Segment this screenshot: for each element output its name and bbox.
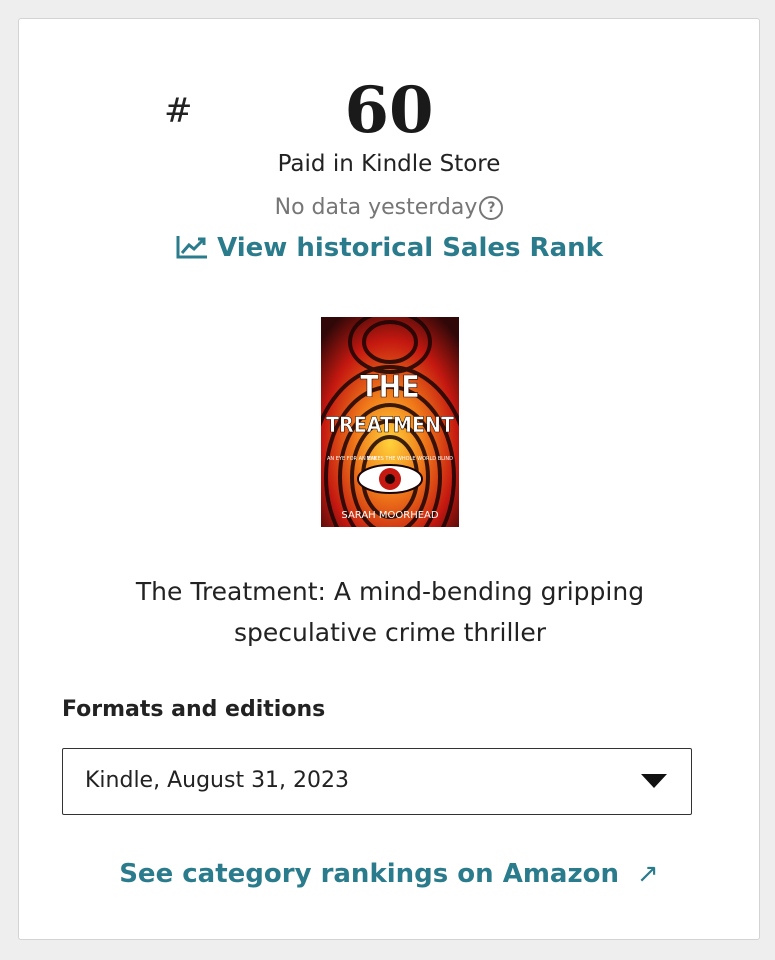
see-category-rankings-link[interactable]: See category rankings on Amazon ↗ — [19, 859, 759, 889]
sales-rank-card: # 60 Paid in Kindle Store No data yester… — [18, 18, 760, 940]
cover-title-line2: TREATMENT — [326, 413, 455, 437]
format-selected-value: Kindle, August 31, 2023 — [85, 768, 350, 793]
view-historical-sales-rank-link[interactable]: View historical Sales Rank — [19, 233, 759, 263]
amazon-link-label: See category rankings on Amazon — [119, 859, 619, 889]
view-historical-label: View historical Sales Rank — [217, 233, 603, 263]
cover-author: SARAH MOORHEAD — [341, 510, 438, 521]
cover-tagline-right: MAKES THE WHOLE WORLD BLIND — [366, 456, 453, 462]
question-circle-icon[interactable]: ? — [479, 196, 504, 220]
book-title: The Treatment: A mind-bending gripping s… — [79, 571, 701, 653]
rank-category-label: Paid in Kindle Store — [277, 151, 501, 177]
format-edition-select[interactable]: Kindle, August 31, 2023 — [62, 748, 692, 815]
trending-up-chart-icon — [176, 236, 208, 259]
book-title-line2: speculative crime thriller — [233, 618, 547, 647]
book-cover-image[interactable]: THE TREATMENT AN EYE FOR AN EYE MAKES TH… — [321, 317, 459, 527]
rank-number: 60 — [344, 73, 434, 148]
no-data-text: No data yesterday — [274, 195, 478, 220]
external-arrow-icon: ↗ — [636, 859, 659, 889]
book-title-line1: The Treatment: A mind-bending gripping — [135, 577, 645, 606]
caret-down-icon — [641, 774, 667, 788]
no-data-status: No data yesterday? — [19, 195, 759, 220]
formats-heading: Formats and editions — [62, 697, 326, 722]
cover-title-line1: THE — [360, 370, 419, 405]
